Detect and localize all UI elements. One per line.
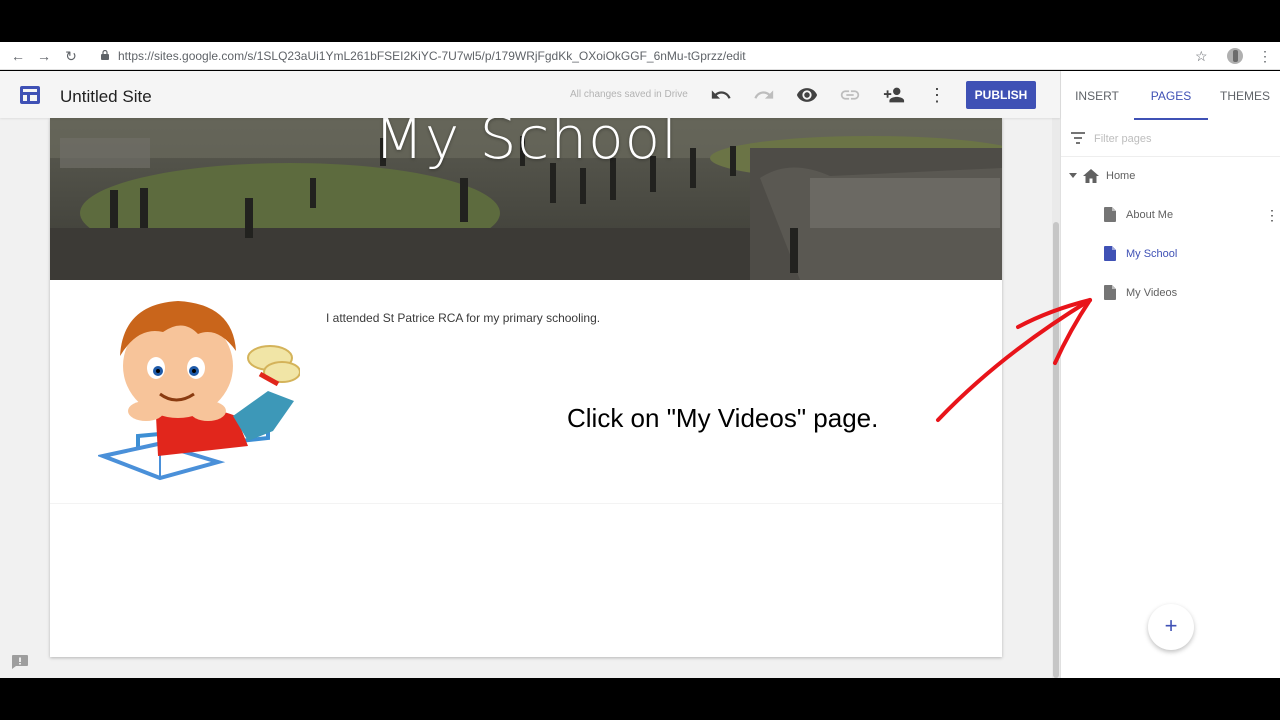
expand-caret-icon[interactable]: [1069, 173, 1077, 178]
editor-header: Untitled Site All changes saved in Drive…: [0, 71, 1060, 118]
reading-boy-image[interactable]: [98, 296, 300, 486]
share-add-person-icon[interactable]: [883, 84, 905, 106]
home-icon: [1083, 169, 1099, 183]
preview-eye-icon[interactable]: [796, 84, 818, 106]
add-page-button[interactable]: +: [1148, 604, 1194, 650]
page-icon: [1104, 246, 1116, 261]
site-title[interactable]: Untitled Site: [60, 87, 152, 107]
active-tab-indicator: [1134, 118, 1208, 120]
link-icon[interactable]: [839, 84, 861, 106]
page-tree-label: Home: [1106, 170, 1136, 182]
page-tree-label: My Videos: [1126, 287, 1178, 299]
feedback-icon[interactable]: [12, 655, 28, 669]
body-text[interactable]: I attended St Patrice RCA for my primary…: [326, 311, 600, 325]
filter-pages-input[interactable]: [1094, 130, 1264, 148]
site-page: My School I attended St Patrice RCA for …: [50, 118, 1002, 657]
tab-pages[interactable]: PAGES: [1141, 71, 1201, 121]
lock-icon: [101, 50, 109, 60]
browser-menu-icon[interactable]: ⋮: [1258, 47, 1272, 65]
page-tree-label: About Me: [1126, 209, 1174, 221]
sites-logo-icon[interactable]: [20, 86, 40, 104]
undo-icon[interactable]: [710, 84, 732, 106]
page-tree-label: My School: [1126, 248, 1178, 260]
banner-title[interactable]: My School: [50, 118, 1002, 172]
url-text: https://sites.google.com/s/1SLQ23aUi1YmL…: [118, 49, 746, 63]
tutorial-instruction: Click on "My Videos" page.: [567, 403, 879, 433]
more-vert-icon[interactable]: ⋮: [926, 84, 948, 106]
profile-avatar[interactable]: [1227, 48, 1243, 64]
redo-icon[interactable]: [753, 84, 775, 106]
page-tree-item-my-school[interactable]: My School: [1061, 237, 1280, 273]
page-tree-item-about-me[interactable]: About Me ⋮: [1061, 198, 1280, 234]
tutorial-arrow-annotation: [936, 298, 1092, 422]
tab-themes[interactable]: THEMES: [1215, 71, 1275, 121]
back-arrow-icon[interactable]: ←: [9, 47, 27, 65]
header-banner[interactable]: My School: [50, 118, 1002, 280]
star-icon[interactable]: ☆: [1195, 47, 1208, 65]
browser-toolbar: ← → ↻ https://sites.google.com/s/1SLQ23a…: [0, 42, 1280, 70]
publish-button[interactable]: PUBLISH: [966, 81, 1036, 109]
address-bar[interactable]: https://sites.google.com/s/1SLQ23aUi1YmL…: [96, 45, 1214, 67]
forward-arrow-icon[interactable]: →: [35, 47, 53, 65]
page-icon: [1104, 285, 1116, 300]
filter-icon: [1071, 132, 1085, 144]
tab-insert[interactable]: INSERT: [1067, 71, 1127, 121]
screen: ← → ↻ https://sites.google.com/s/1SLQ23a…: [0, 0, 1280, 720]
page-tree-item-home[interactable]: Home: [1061, 159, 1280, 195]
reload-icon[interactable]: ↻: [62, 47, 80, 65]
save-status: All changes saved in Drive: [570, 89, 688, 100]
more-vert-icon[interactable]: ⋮: [1265, 206, 1279, 224]
filter-pages-row: [1061, 121, 1280, 157]
section-divider: [50, 503, 1002, 504]
page-icon: [1104, 207, 1116, 222]
